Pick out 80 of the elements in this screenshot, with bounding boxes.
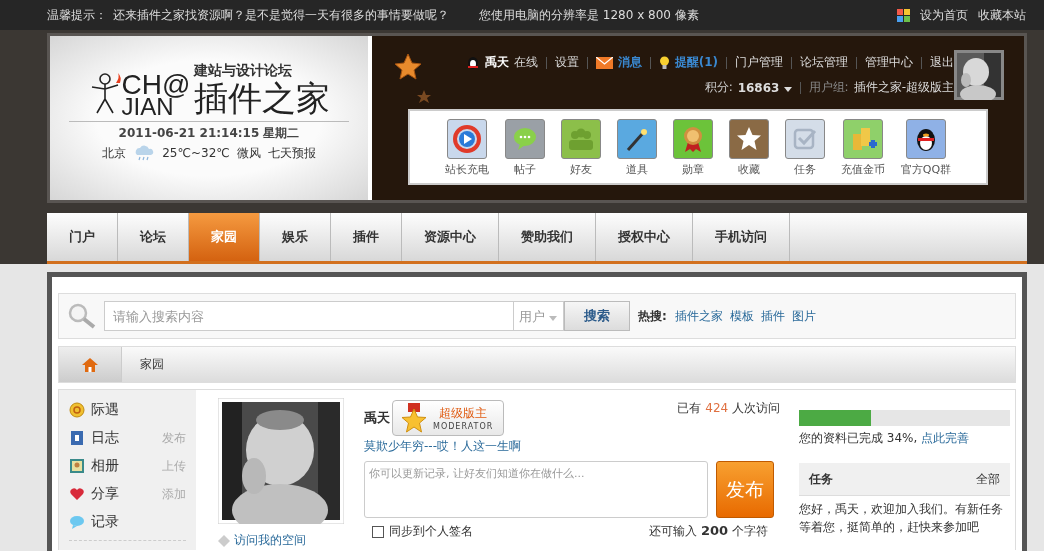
sync-checkbox[interactable] [372,525,384,538]
hot-search-link[interactable]: 模板 [729,307,754,325]
heart-icon [69,486,85,502]
logo-title: 插件之家 [194,80,331,118]
resolution-text: 您使用电脑的分辨率是 1280 x 800 像素 [479,6,699,24]
light-bulb-icon [658,55,670,70]
tasks-text: 您好，禹天，欢迎加入我们。有新任务等着您，挺简单的，赶快来参加吧 [799,501,1004,536]
notice-label: 温馨提示： [47,6,107,24]
date-text: 2011-06-21 21:14:15 星期二 [118,125,300,143]
sidebar-link[interactable]: 相册 [91,457,119,475]
sidebar-link[interactable]: 际遇 [91,401,119,419]
nav-tab[interactable]: 娱乐 [260,213,331,261]
tasks-title: 任务 [809,470,833,488]
homepage-icon [897,8,910,22]
logo-letters: CH@ [121,73,191,97]
sidebar-link[interactable]: 分享 [91,485,119,503]
search-field[interactable]: 请输入搜索内容 [104,301,514,331]
caret-icon [783,86,792,92]
user-menu-link[interactable]: 提醒(1) [674,54,718,71]
penguin-icon [465,55,480,70]
user-menu-link[interactable]: 设置 [554,54,579,71]
nav-tab[interactable]: 插件 [331,213,402,261]
search-icon [67,302,97,330]
visit-space-link[interactable]: 访问我的空间 [234,532,306,549]
city-text: 北京 [102,144,127,162]
points-dropdown[interactable]: 16863 [737,80,792,95]
top-link[interactable]: 设为首页 [920,6,968,24]
coin-icon [69,402,85,418]
notice-text: 还来插件之家找资源啊？是不是觉得一天有很多的事情要做呢？ [113,6,449,24]
hot-search-link[interactable]: 图片 [791,307,816,325]
search-button[interactable]: 搜索 [564,301,630,331]
completion-text: 您的资料已完成 34%, [799,431,918,445]
logo-subtitle: 建站与设计论坛 [194,62,294,80]
nav-tab[interactable]: 资源中心 [402,213,499,261]
envelope-icon [595,56,613,69]
nav-tab[interactable]: 门户 [47,213,118,261]
profile-name: 禹天 [364,409,390,427]
hot-search-link[interactable]: 插件 [760,307,785,325]
hot-search-link[interactable]: 插件之家 [674,307,723,325]
group-text: 插件之家-超级版主 [853,79,954,96]
quick-link[interactable]: 官方QQ群 [900,119,952,183]
status-field[interactable]: 你可以更新记录, 让好友们知道你在做什么... [364,461,708,518]
sidebar-link[interactable]: 日志 [91,429,119,447]
blog-icon [69,430,85,446]
username-link[interactable]: 禹天 [484,54,509,71]
wind-text: 微风 [236,144,261,162]
user-menu-link[interactable]: 论坛管理 [800,54,848,71]
breadcrumb-link[interactable]: 家园 [140,356,164,373]
user-menu-link[interactable]: 门户管理 [735,54,783,71]
points-label: 积分: [704,79,733,96]
all-tasks-link[interactable]: 全部 [976,470,1000,488]
home-icon [82,357,98,372]
nav-tab[interactable]: 论坛 [118,213,189,261]
nav-tab[interactable]: 手机访问 [693,213,790,261]
sidebar-link[interactable]: 记录 [91,513,119,531]
nav-tab[interactable]: 授权中心 [596,213,693,261]
play-icon [451,124,482,154]
user-menu-link[interactable]: 消息 [617,54,642,71]
rain-cloud-icon [133,144,156,163]
motto-link[interactable]: 莫欺少年穷---哎！人这一生啊 [364,438,780,455]
home-button[interactable] [59,347,122,382]
diamond-icon [218,534,230,547]
temperature-text: 25℃~32℃ [162,146,230,161]
complete-profile-link[interactable]: 点此完善 [921,431,970,445]
sync-label: 同步到个人签名 [389,523,473,540]
user-menu-link[interactable]: 管理中心 [865,54,913,71]
logo-letters: JIAN [121,97,174,118]
forecast-link[interactable]: 七天预报 [267,144,316,162]
remaining-chars-text: 还可输入 200 个字符 [649,523,768,540]
online-status: 在线 [513,54,538,71]
group-label: 用户组: [808,79,849,96]
bubble-icon [69,514,85,530]
caret-icon [549,316,558,321]
top-link[interactable]: 收藏本站 [978,6,1026,24]
user-menu-link[interactable]: 退出 [930,54,954,71]
visit-count-text: 已有 424 人次访问 [677,400,780,417]
album-icon [69,458,85,474]
moderator-badge: 超级版主 MODERATOR [392,400,505,436]
nav-tab[interactable]: 赞助我们 [499,213,596,261]
hot-search-label: 热搜: [638,307,667,325]
